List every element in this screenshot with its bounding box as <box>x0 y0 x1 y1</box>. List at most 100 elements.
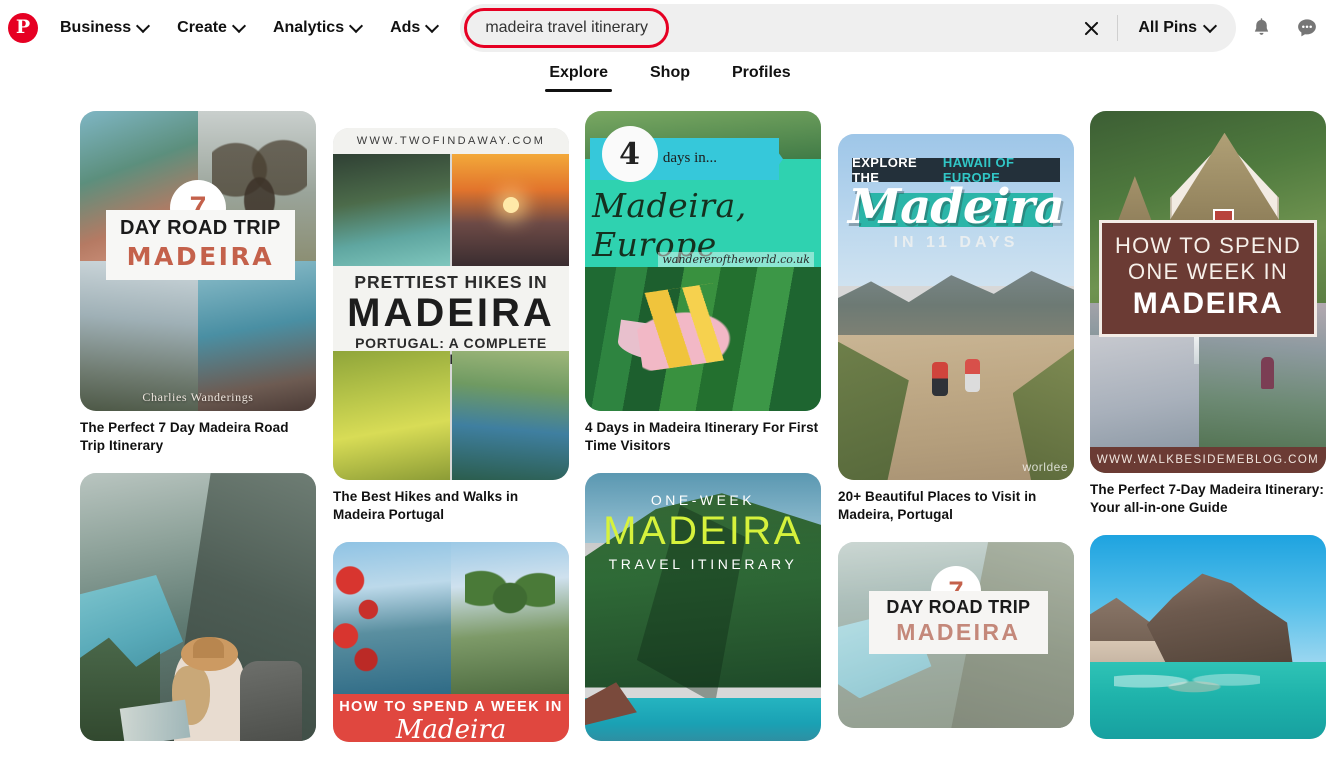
tab-explore[interactable]: Explore <box>545 56 612 92</box>
pin-overlay-text: DAY ROAD TRIP MADEIRA <box>869 591 1048 654</box>
chevron-down-icon <box>234 21 245 32</box>
nav-item-ads-label: Ads <box>390 19 420 37</box>
overlay-line-2: MADEIRA <box>333 293 569 334</box>
overlay-line-1: DAY ROAD TRIP <box>106 217 295 240</box>
pin-image[interactable]: HOW TO SPEND A WEEK IN Madeira <box>333 542 569 742</box>
overlay-line-1: days in... <box>663 150 717 167</box>
overlay-subtitle: IN 11 DAYS <box>838 234 1074 252</box>
nav-item-analytics[interactable]: Analytics <box>259 11 376 45</box>
waterfall-shape <box>1194 335 1199 364</box>
overlay-line-1: PRETTIEST HIKES IN <box>333 272 569 293</box>
pin-image[interactable] <box>1090 535 1326 739</box>
bell-icon <box>1250 17 1273 40</box>
pin-overlay-number: 4 <box>602 126 658 182</box>
top-navigation-bar: P Business Create Analytics Ads madeira … <box>0 0 1340 56</box>
pin-site-label: WWW.WALKBESIDEMEBLOG.COM <box>1090 447 1326 473</box>
hiker-figure <box>932 362 948 396</box>
pin-site-label: wandereroftheworld.co.uk <box>658 252 814 267</box>
nav-item-create[interactable]: Create <box>163 11 259 45</box>
backpack-shape <box>240 661 301 741</box>
tab-shop[interactable]: Shop <box>646 56 694 92</box>
nav-item-business-label: Business <box>60 19 131 37</box>
nav-item-business[interactable]: Business <box>46 11 163 45</box>
sun-hat-crown <box>193 637 224 658</box>
ocean-shape <box>1090 335 1199 449</box>
photo-tile <box>452 154 569 266</box>
hiker-figure <box>965 359 980 392</box>
nav-item-ads[interactable]: Ads <box>376 11 452 45</box>
overlay-line-3: MADEIRA <box>1106 287 1309 321</box>
pin-filter-label: All Pins <box>1138 19 1197 37</box>
messages-button[interactable] <box>1286 7 1328 49</box>
pin-card[interactable]: ONE-WEEK MADEIRA TRAVEL ITINERARY <box>585 473 821 741</box>
pin-card[interactable]: HOW TO SPEND A WEEK IN Madeira <box>333 542 569 742</box>
grid-column-5: HOW TO SPEND ONE WEEK IN MADEIRA WWW.WAL… <box>1090 111 1326 743</box>
overlay-line-2: MADEIRA <box>585 509 821 554</box>
overlay-line-2: Madeira <box>333 717 569 742</box>
header-divider <box>1117 15 1118 41</box>
clear-search-button[interactable] <box>1071 8 1111 48</box>
pin-image[interactable]: 7 DAY ROAD TRIP MADEIRA Charlies Wanderi… <box>80 111 316 411</box>
pin-overlay-text: DAY ROAD TRIP MADEIRA <box>106 210 295 280</box>
search-result-tabs: Explore Shop Profiles <box>0 56 1340 103</box>
chevron-down-icon <box>427 21 438 32</box>
nav-item-analytics-label: Analytics <box>273 19 344 37</box>
pin-card[interactable]: 4 days in... Madeira, Europe wandereroft… <box>585 111 821 455</box>
overlay-line-1: ONE-WEEK <box>585 492 821 508</box>
ribbon-tail <box>768 138 783 180</box>
close-icon <box>1082 19 1101 38</box>
pin-card[interactable]: HOW TO SPEND ONE WEEK IN MADEIRA WWW.WAL… <box>1090 111 1326 517</box>
overlay-line-1: DAY ROAD TRIP <box>869 597 1048 618</box>
pin-overlay-text: HOW TO SPEND ONE WEEK IN MADEIRA <box>1099 220 1316 337</box>
collage-quadrant <box>198 261 316 411</box>
pin-caption: 20+ Beautiful Places to Visit in Madeira… <box>838 488 1074 524</box>
collage-quadrant <box>80 261 198 411</box>
palm-tree-graphic <box>465 558 555 638</box>
notifications-button[interactable] <box>1240 7 1282 49</box>
water-ripples <box>1114 670 1260 699</box>
pin-caption: 4 Days in Madeira Itinerary For First Ti… <box>585 419 821 455</box>
pin-card[interactable] <box>80 473 316 741</box>
overlay-line-2: MADEIRA <box>869 619 1048 646</box>
pin-overlay-text: PRETTIEST HIKES IN MADEIRA PORTUGAL: A C… <box>333 266 569 351</box>
pin-card[interactable] <box>1090 535 1326 739</box>
pin-image[interactable]: EXPLORE THE HAWAII OF EUROPE Madeira IN … <box>838 134 1074 480</box>
search-bar: madeira travel itinerary All Pins <box>460 4 1236 52</box>
flowers-graphic <box>333 554 390 686</box>
overlay-line-1: HOW TO SPEND A WEEK IN <box>333 699 569 715</box>
pin-card[interactable]: WWW.TWOFINDAWAY.COM PRETTIEST HIKES IN M… <box>333 128 569 524</box>
person-figure <box>1261 357 1274 389</box>
tab-profiles[interactable]: Profiles <box>728 56 795 92</box>
tab-explore-label: Explore <box>549 64 608 81</box>
pinterest-logo[interactable]: P <box>8 13 38 43</box>
pin-caption: The Perfect 7 Day Madeira Road Trip Itin… <box>80 419 316 455</box>
chat-bubble-icon <box>1295 16 1319 40</box>
pin-watermark: worldee <box>1022 460 1068 474</box>
pin-results-grid: 7 DAY ROAD TRIP MADEIRA Charlies Wanderi… <box>0 103 1340 743</box>
chevron-down-icon <box>1205 21 1216 32</box>
pin-image[interactable]: HOW TO SPEND ONE WEEK IN MADEIRA WWW.WAL… <box>1090 111 1326 473</box>
pin-watermark: Charlies Wanderings <box>80 390 316 405</box>
pin-card[interactable]: 7 DAY ROAD TRIP MADEIRA <box>838 542 1074 728</box>
pin-image[interactable]: 4 days in... Madeira, Europe wandereroft… <box>585 111 821 411</box>
pin-overlay-text: HOW TO SPEND A WEEK IN Madeira <box>333 694 569 742</box>
pin-image[interactable]: 7 DAY ROAD TRIP MADEIRA <box>838 542 1074 728</box>
photo-tile <box>333 154 450 266</box>
tab-shop-label: Shop <box>650 64 690 81</box>
pin-image[interactable] <box>80 473 316 741</box>
overlay-title: Madeira <box>838 179 1074 235</box>
pin-caption: The Perfect 7-Day Madeira Itinerary: You… <box>1090 481 1326 517</box>
tab-profiles-label: Profiles <box>732 64 791 81</box>
overlay-line-2: ONE WEEK IN <box>1106 259 1309 285</box>
chevron-down-icon <box>351 21 362 32</box>
grid-column-2: WWW.TWOFINDAWAY.COM PRETTIEST HIKES IN M… <box>333 128 569 743</box>
pin-image[interactable]: WWW.TWOFINDAWAY.COM PRETTIEST HIKES IN M… <box>333 128 569 480</box>
pin-card[interactable]: 7 DAY ROAD TRIP MADEIRA Charlies Wanderi… <box>80 111 316 455</box>
pin-image[interactable]: ONE-WEEK MADEIRA TRAVEL ITINERARY <box>585 473 821 741</box>
photo-tile <box>333 351 450 480</box>
pin-card[interactable]: EXPLORE THE HAWAII OF EUROPE Madeira IN … <box>838 134 1074 524</box>
grid-column-4: EXPLORE THE HAWAII OF EUROPE Madeira IN … <box>838 134 1074 743</box>
search-input[interactable]: madeira travel itinerary <box>464 8 669 48</box>
pin-filter-dropdown[interactable]: All Pins <box>1124 10 1232 46</box>
photo-tile <box>452 351 569 480</box>
